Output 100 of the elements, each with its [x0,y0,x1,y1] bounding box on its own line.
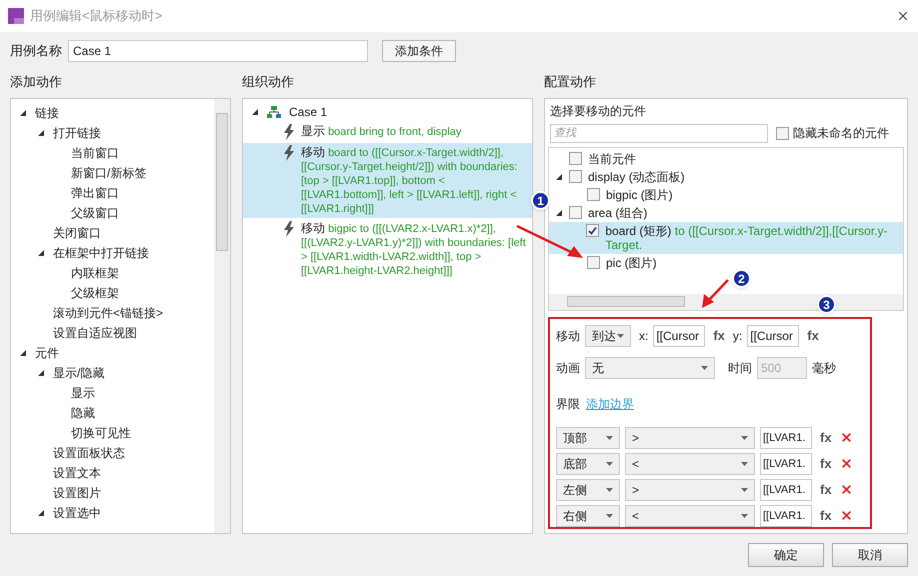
tree-item[interactable]: 设置选中 [53,504,101,522]
boundary-value-field[interactable]: [[LVAR1. [760,426,812,448]
operator-dropdown[interactable]: < [625,452,755,474]
formula-button[interactable]: fx [817,480,835,500]
dropdown-arrow-icon [617,334,624,338]
close-icon[interactable] [896,9,910,23]
delete-icon[interactable] [840,457,853,470]
tree-item[interactable]: 滚动到元件<锚链接> [53,304,164,322]
boundary-value-field[interactable]: [[LVAR1. [760,478,812,500]
operator-dropdown[interactable]: < [625,504,755,526]
tree-item[interactable]: 链接 [35,104,59,122]
action-row[interactable]: 显示 board bring to front, display [243,122,532,142]
tree-item[interactable]: 设置图片 [53,484,101,502]
checkbox[interactable] [569,170,582,182]
collapse-triangle-icon[interactable] [37,368,45,376]
widget-row[interactable]: area (组合) [549,204,903,222]
search-field[interactable]: 查找 [550,124,768,142]
x-field[interactable]: [[Cursor [653,324,706,346]
widget-label: display (动态面板) [588,170,685,184]
delete-icon[interactable] [840,483,853,496]
add-condition-button[interactable]: 添加条件 [382,40,456,62]
collapse-triangle-icon[interactable] [37,248,45,256]
arrow [700,278,730,310]
widget-label: bigpic (图片) [606,188,673,202]
formula-button[interactable]: fx [710,326,728,346]
delete-icon[interactable] [840,431,853,444]
tree-item[interactable]: 内联框架 [71,264,119,282]
operator-dropdown[interactable]: > [625,426,755,448]
animation-dropdown[interactable]: 无 [585,356,715,378]
tree-item[interactable]: 显示/隐藏 [53,364,104,382]
dropdown-arrow-icon [741,488,748,492]
widget-label: 当前元件 [588,152,636,166]
tree-item[interactable]: 弹出窗口 [71,184,119,202]
tree-item[interactable]: 父级框架 [71,284,119,302]
formula-button[interactable]: fx [804,326,822,346]
action-row[interactable]: 移动 bigpic to ([[(LVAR2.x-LVAR1.x)*2]], [[(LVAR2.y-LVAR1.y)*2]]) with boundaries: [left > [[LVAR1.width-LVAR2.width]], top > [[LVAR1.height-LVAR2.height]]] [243,218,532,280]
checkbox[interactable] [569,152,582,164]
dialog-button[interactable]: 确定 [748,542,824,566]
tree-item[interactable]: 新窗口/新标签 [71,164,146,182]
tree-item[interactable]: 当前窗口 [71,144,119,162]
tree-item[interactable]: 设置文本 [53,464,101,482]
field-label: 界限 [556,396,580,412]
case-name-field[interactable]: Case 1 [68,40,368,62]
widget-row[interactable]: board (矩形) to ([[Cursor.x-Target.width/2]],[[Cursor.y-Target. [549,222,903,254]
side-dropdown[interactable]: 底部 [556,452,620,474]
field-label: 毫秒 [812,360,836,376]
checkbox[interactable] [587,188,600,200]
collapse-triangle-icon[interactable] [37,508,45,516]
dropdown-arrow-icon [606,514,613,518]
tree-item[interactable]: 设置自适应视图 [53,324,137,342]
tree-item[interactable]: 元件 [35,344,59,362]
app-logo-icon [8,8,24,24]
side-dropdown[interactable]: 右侧 [556,504,620,526]
section-heading: 配置动作 [544,73,597,91]
widget-row[interactable]: 当前元件 [549,150,903,168]
y-field[interactable]: [[Cursor [747,324,800,346]
tree-item[interactable]: 设置面板状态 [53,444,125,462]
boundary-value-field[interactable]: [[LVAR1. [760,452,812,474]
widget-row[interactable]: pic (图片) [549,254,903,272]
action-text: 显示 board bring to front, display [301,124,462,140]
collapse-triangle-icon[interactable] [19,108,27,116]
action-text: 移动 board to ([[Cursor.x-Target.width/2]], [[Cursor.y-Target.height/2]]) with boundaries: [top > [[LVAR1.top]], bottom < [[LVAR1.bottom]], left > [[LVAR1.left]], right < [[LVAR1.right]]] [301,144,518,216]
case-label[interactable]: Case 1 [289,102,328,120]
checkbox[interactable] [776,126,789,140]
horizontal-scrollbar[interactable] [549,294,903,310]
boundary-value-field[interactable]: [[LVAR1. [760,504,812,526]
tree-item[interactable]: 打开链接 [53,124,101,142]
collapse-triangle-icon[interactable] [37,128,45,136]
tree-item[interactable]: 切换可见性 [71,424,131,442]
widget-row[interactable]: display (动态面板) [549,168,903,186]
formula-button[interactable]: fx [817,506,835,526]
dialog-button[interactable]: 取消 [832,542,908,566]
tree-item[interactable]: 在框架中打开链接 [53,244,149,262]
tree-item[interactable]: 关闭窗口 [53,224,101,242]
collapse-triangle-icon[interactable] [251,108,259,116]
tree-item[interactable]: 父级窗口 [71,204,119,222]
checkbox[interactable] [586,224,600,236]
collapse-triangle-icon[interactable] [555,208,563,216]
dropdown-arrow-icon [701,366,708,370]
action-row[interactable]: 移动 board to ([[Cursor.x-Target.width/2]], [[Cursor.y-Target.height/2]]) with boundaries: [top > [[LVAR1.top]], bottom < [[LVAR1.bottom]], left > [[LVAR1.left]], right < [[LVAR1.right]]] [243,142,532,218]
formula-button[interactable]: fx [817,428,835,448]
operator-dropdown[interactable]: > [625,478,755,500]
tree-item[interactable]: 隐藏 [71,404,95,422]
side-dropdown[interactable]: 顶部 [556,426,620,448]
delete-icon[interactable] [840,509,853,522]
checkbox[interactable] [569,206,582,218]
field-label: 时间 [728,360,752,376]
tree-item[interactable]: 显示 [71,384,95,402]
vertical-scrollbar[interactable] [214,98,230,532]
field-label: y: [732,328,742,344]
move-mode-dropdown[interactable]: 到达 [585,324,631,346]
collapse-triangle-icon[interactable] [555,172,563,180]
collapse-triangle-icon[interactable] [19,348,27,356]
section-heading: 组织动作 [242,73,295,91]
dropdown-arrow-icon [741,462,748,466]
formula-button[interactable]: fx [817,454,835,474]
checkbox[interactable] [587,256,600,268]
widget-row[interactable]: bigpic (图片) [549,186,903,204]
action-text: 移动 bigpic to ([[(LVAR2.x-LVAR1.x)*2]], [[(LVAR2.y-LVAR1.y)*2]]) with boundaries: [left > [[LVAR1.width-LVAR2.width]], top > [[LVAR1.height-LVAR2.height]]] [301,220,526,278]
side-dropdown[interactable]: 左侧 [556,478,620,500]
